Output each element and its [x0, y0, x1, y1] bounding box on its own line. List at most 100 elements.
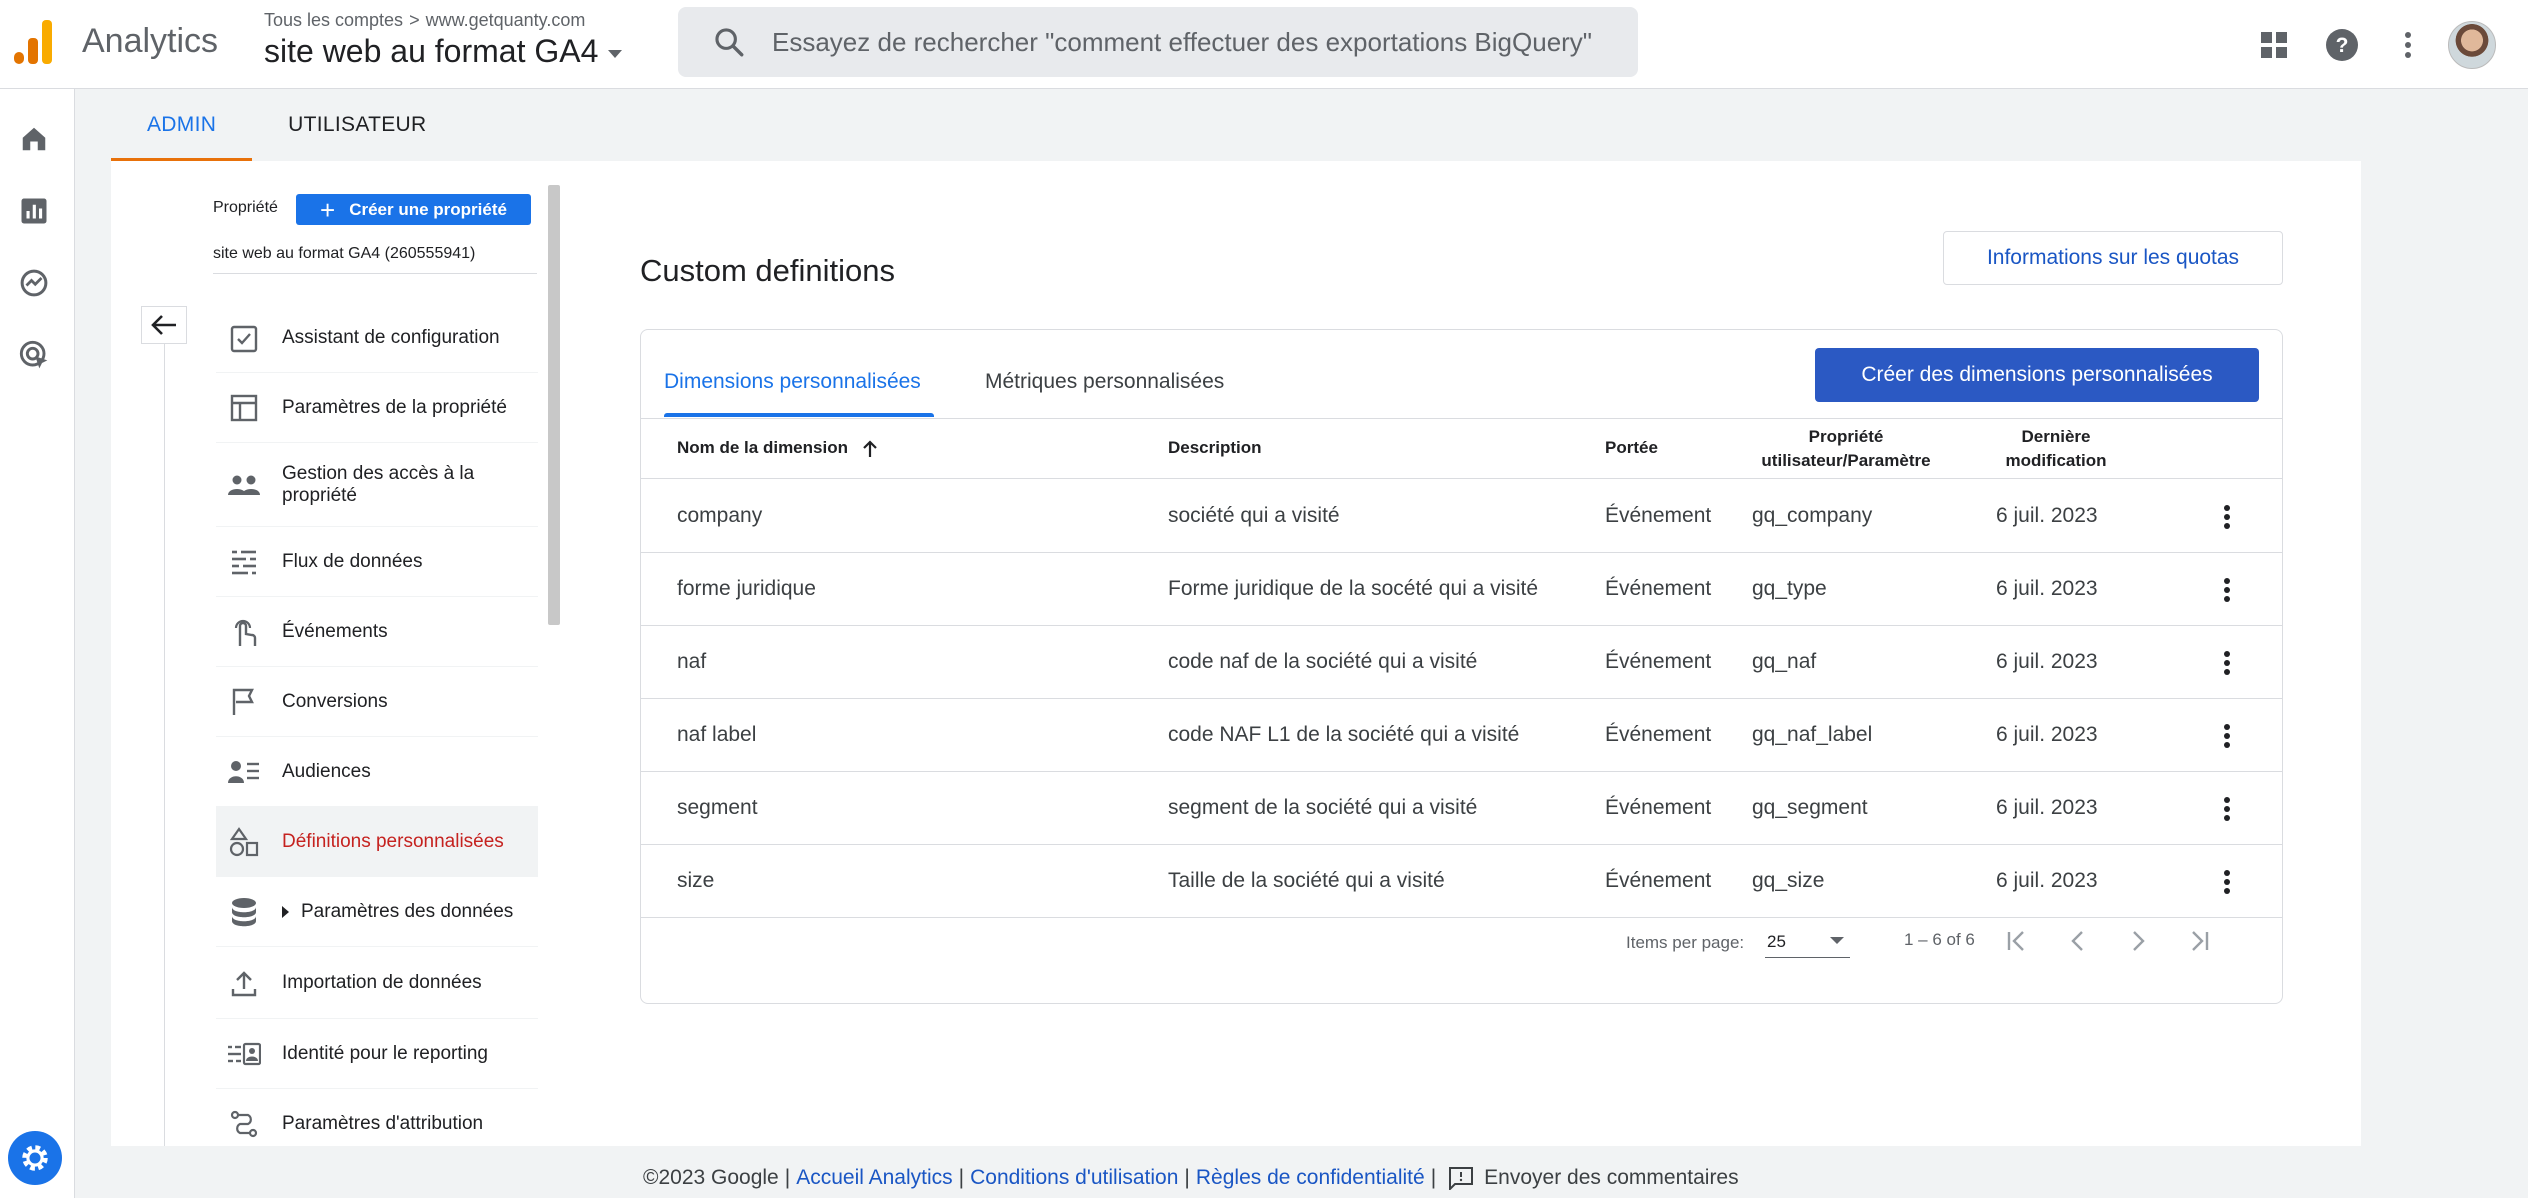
- nav-item-label: Gestion des accès à la propriété: [282, 462, 475, 506]
- nav-item-data-streams[interactable]: Flux de données: [216, 527, 538, 597]
- kebab-dot: [2224, 596, 2230, 602]
- nav-item-label: Flux de données: [282, 550, 423, 572]
- apps-grid-icon[interactable]: [2256, 27, 2292, 63]
- tab-admin[interactable]: ADMIN: [111, 89, 253, 161]
- next-page-icon[interactable]: [2121, 924, 2155, 958]
- column-header-description: Description: [1168, 438, 1262, 457]
- identity-icon: [226, 1036, 262, 1072]
- row-more-vert-icon[interactable]: [2215, 719, 2239, 753]
- audiences-icon: [226, 754, 262, 790]
- table-header: Nom de la dimension Description Portée P…: [641, 418, 2282, 479]
- tab-custom-metrics[interactable]: Métriques personnalisées: [985, 370, 1224, 394]
- home-icon[interactable]: [16, 121, 52, 157]
- breadcrumb-account[interactable]: www.getquanty.com: [426, 10, 586, 31]
- search-placeholder[interactable]: Essayez de rechercher "comment effectuer…: [772, 27, 1592, 58]
- tab-custom-dimensions[interactable]: Dimensions personnalisées: [664, 370, 921, 394]
- table-row[interactable]: company société qui a visité Événement gq_c…: [641, 480, 2282, 553]
- kebab-dot: [2224, 888, 2230, 894]
- last-page-icon[interactable]: [2181, 924, 2215, 958]
- explore-icon[interactable]: [16, 265, 52, 301]
- nav-item-events[interactable]: Événements: [216, 597, 538, 667]
- nav-item-property-settings[interactable]: Paramètres de la propriété: [216, 373, 538, 443]
- footer-link-privacy[interactable]: Règles de confidentialité: [1196, 1166, 1425, 1190]
- nav-scrollbar[interactable]: [548, 185, 560, 625]
- first-page-icon[interactable]: [2001, 924, 2035, 958]
- top-bar: Analytics Tous les comptes > www.getquan…: [0, 0, 2528, 89]
- settings-icon[interactable]: [8, 1131, 62, 1185]
- row-more-vert-icon[interactable]: [2215, 573, 2239, 607]
- cell-dimension-name: forme juridique: [677, 577, 816, 600]
- table-row[interactable]: forme juridique Forme juridique de la soc…: [641, 553, 2282, 626]
- avatar[interactable]: [2448, 20, 2496, 69]
- nav-divider: [164, 344, 165, 1146]
- row-more-vert-icon[interactable]: [2215, 865, 2239, 899]
- nav-item-data-settings[interactable]: Paramètres des données: [216, 877, 538, 947]
- column-header-name-label: Nom de la dimension: [677, 438, 848, 457]
- arrow-back-icon: [151, 315, 176, 335]
- property-selector[interactable]: site web au format GA4: [264, 33, 623, 70]
- footer-link-terms[interactable]: Conditions d'utilisation: [970, 1166, 1178, 1190]
- row-more-vert-icon[interactable]: [2215, 792, 2239, 826]
- row-more-vert-icon[interactable]: [2215, 646, 2239, 680]
- cell-parameter: gq_naf: [1752, 650, 1817, 673]
- nav-item-label: Événements: [282, 620, 388, 642]
- expand-arrow-icon[interactable]: [282, 905, 289, 918]
- nav-item-conversions[interactable]: Conversions: [216, 667, 538, 737]
- breadcrumb[interactable]: Tous les comptes > www.getquanty.com: [264, 10, 622, 31]
- table-row[interactable]: naf label code NAF L1 de la société qui a…: [641, 699, 2282, 772]
- kebab-dot: [2224, 724, 2230, 730]
- search-bar[interactable]: Essayez de rechercher "comment effectuer…: [678, 7, 1638, 77]
- table-row[interactable]: segment segment de la société qui a visit…: [641, 772, 2282, 845]
- sort-ascending-icon[interactable]: [862, 439, 877, 458]
- page-title: Custom definitions: [640, 253, 896, 288]
- row-more-vert-icon[interactable]: [2215, 500, 2239, 534]
- breadcrumb-root[interactable]: Tous les comptes: [264, 10, 403, 31]
- cell-scope: Événement: [1605, 796, 1712, 819]
- create-property-label: Créer une propriété: [349, 199, 507, 219]
- reports-icon[interactable]: [16, 193, 52, 229]
- tab-utilisateur[interactable]: UTILISATEUR: [252, 89, 462, 161]
- nav-item-label: Paramètres des données: [301, 900, 514, 922]
- kebab-dot: [2224, 815, 2230, 821]
- kebab-dot: [2224, 514, 2230, 520]
- nav-item-attribution-settings[interactable]: Paramètres d'attribution: [216, 1089, 538, 1159]
- previous-page-icon[interactable]: [2061, 924, 2095, 958]
- kebab-dot: [2224, 660, 2230, 666]
- column-header-name[interactable]: Nom de la dimension: [677, 438, 877, 458]
- footer-link-analytics-home[interactable]: Accueil Analytics: [796, 1166, 952, 1190]
- items-per-page-select[interactable]: 25: [1765, 924, 1850, 958]
- table-row[interactable]: naf code naf de la société qui a visité Év…: [641, 626, 2282, 699]
- database-icon: [226, 894, 262, 930]
- quota-info-button[interactable]: Informations sur les quotas: [1943, 231, 2283, 285]
- nav-item-label: Paramètres d'attribution: [282, 1112, 484, 1134]
- cell-last-modified: 6 juil. 2023: [1996, 504, 2098, 527]
- analytics-logo[interactable]: [14, 20, 54, 66]
- back-button[interactable]: [141, 306, 187, 344]
- nav-item-custom-definitions[interactable]: Définitions personnalisées: [216, 807, 538, 877]
- column-header-user-property-parameter: Propriété utilisateur/Paramètre: [1751, 425, 1941, 473]
- help-icon[interactable]: ?: [2324, 27, 2360, 63]
- page-range-label: 1 – 6 of 6: [1904, 930, 1975, 949]
- more-vert-icon[interactable]: [2390, 27, 2426, 63]
- create-custom-dimension-button[interactable]: Créer des dimensions personnalisées: [1815, 348, 2259, 402]
- dropdown-caret-icon: [1830, 937, 1844, 944]
- data-streams-icon: [226, 544, 262, 580]
- items-per-page-value: 25: [1767, 932, 1786, 951]
- nav-item-data-import[interactable]: Importation de données: [216, 947, 538, 1019]
- nav-item-label: Audiences: [282, 760, 371, 782]
- nav-item-setup-assistant[interactable]: Assistant de configuration: [216, 303, 538, 373]
- feedback-icon: [1449, 1167, 1474, 1190]
- people-icon: [226, 467, 262, 503]
- cell-last-modified: 6 juil. 2023: [1996, 577, 2098, 600]
- nav-item-reporting-identity[interactable]: Identité pour le reporting: [216, 1019, 538, 1089]
- create-property-button[interactable]: + Créer une propriété: [296, 194, 531, 225]
- account-picker[interactable]: Tous les comptes > www.getquanty.com sit…: [264, 10, 623, 70]
- nav-item-access-management[interactable]: Gestion des accès à la propriété: [216, 443, 538, 527]
- table-row[interactable]: size Taille de la société qui a visité Évé…: [641, 845, 2282, 918]
- cell-parameter: gq_type: [1752, 577, 1827, 600]
- footer-separator: |: [1184, 1166, 1190, 1189]
- send-feedback-button[interactable]: Envoyer des commentaires: [1448, 1166, 1739, 1190]
- nav-item-audiences[interactable]: Audiences: [216, 737, 538, 807]
- advertising-icon[interactable]: [16, 337, 52, 373]
- nav-item-label: Assistant de configuration: [282, 326, 500, 348]
